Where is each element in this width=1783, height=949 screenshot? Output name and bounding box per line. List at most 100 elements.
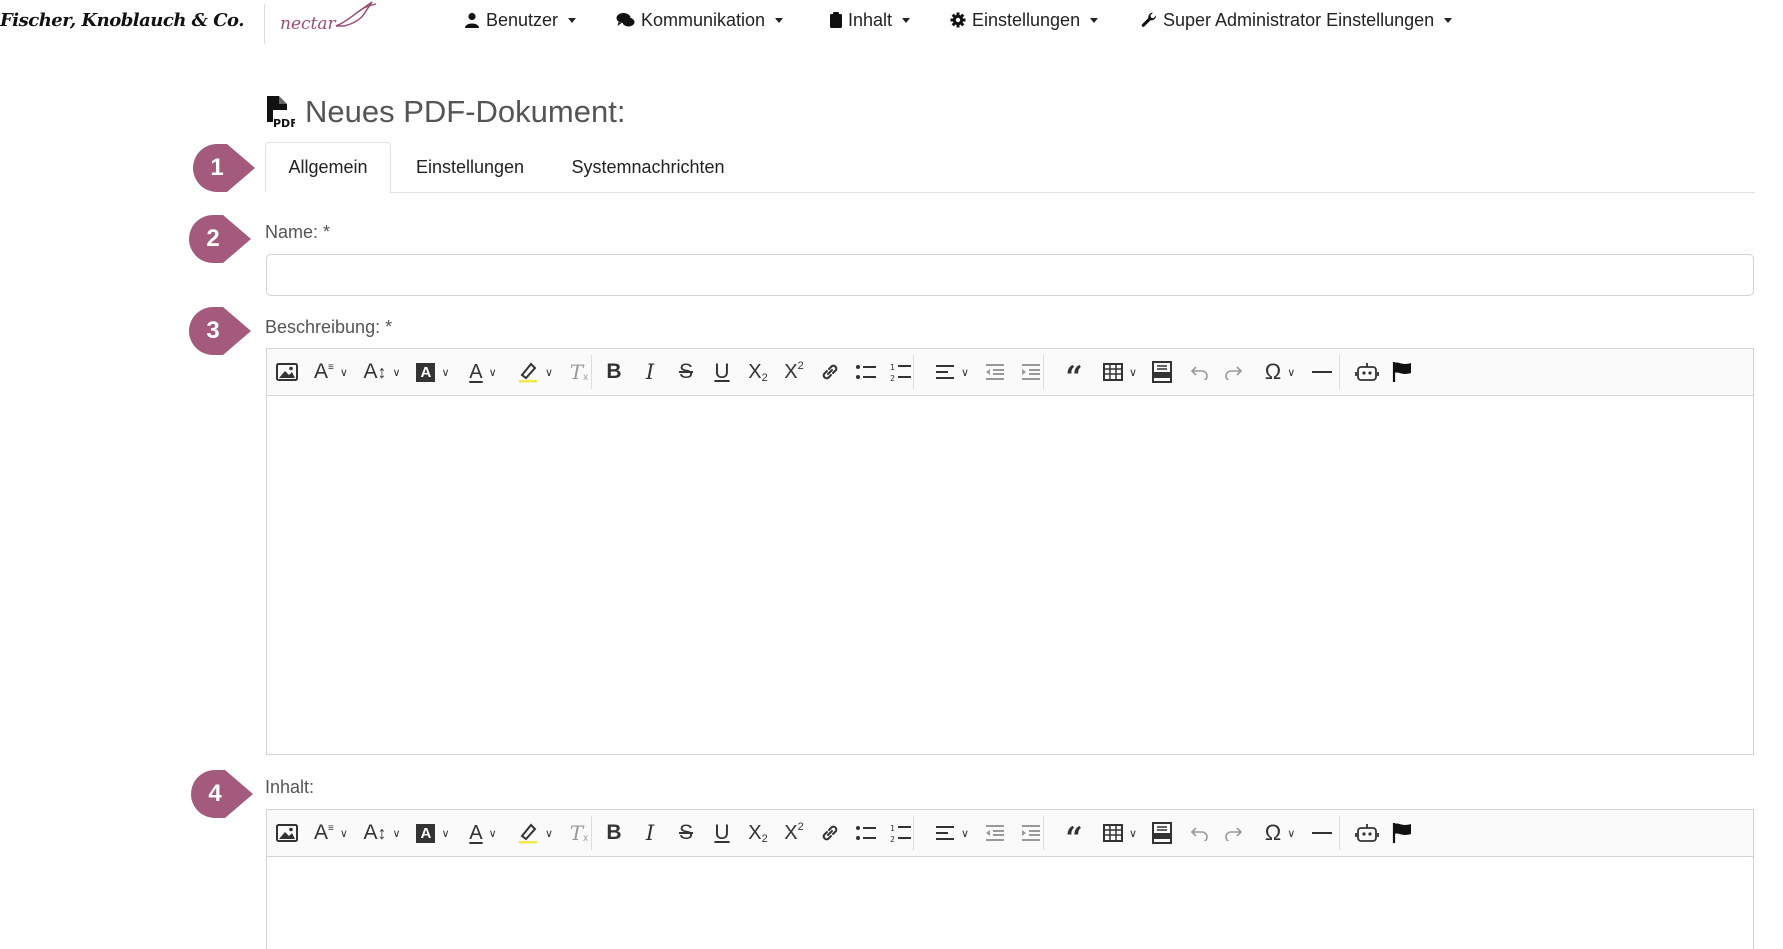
nav-kommunikation[interactable]: Kommunikation (616, 8, 784, 32)
bulleted-list-icon (855, 363, 877, 381)
redo-button[interactable] (1220, 357, 1248, 387)
alignment-icon (935, 363, 955, 381)
nav-inhalt[interactable]: Inhalt (830, 8, 911, 32)
italic-button[interactable]: I (636, 357, 664, 387)
horizontal-line-button[interactable] (1308, 357, 1336, 387)
image-icon (276, 823, 298, 843)
link-button[interactable] (816, 818, 844, 848)
font-background-color-button[interactable]: A ∨ (411, 818, 455, 848)
ai-assistant-button[interactable] (1352, 818, 1382, 848)
font-background-color-button[interactable]: A ∨ (411, 357, 455, 387)
font-color-button[interactable]: A ∨ (461, 818, 505, 848)
redo-icon (1224, 364, 1244, 380)
html-embed-icon (1151, 822, 1173, 844)
underline-button[interactable]: U (708, 357, 736, 387)
svg-text:1: 1 (890, 363, 895, 372)
undo-button[interactable] (1185, 818, 1213, 848)
subscript-button[interactable]: X2 (744, 818, 772, 848)
ai-assistant-button[interactable] (1352, 357, 1382, 387)
horizontal-line-icon (1312, 831, 1332, 835)
bulleted-list-button[interactable] (852, 357, 880, 387)
alignment-button[interactable]: ∨ (930, 818, 974, 848)
alignment-button[interactable]: ∨ (930, 357, 974, 387)
toolbar-separator (1043, 355, 1044, 389)
undo-button[interactable] (1185, 357, 1213, 387)
ai-assistant-icon (1355, 823, 1379, 843)
nectar-logo[interactable]: nectar (276, 0, 396, 44)
tab-systemnachrichten[interactable]: Systemnachrichten (553, 142, 743, 193)
html-embed-button[interactable] (1148, 818, 1176, 848)
highlight-button[interactable]: ∨ (511, 357, 559, 387)
numbered-list-button[interactable]: 12 (887, 818, 915, 848)
remove-format-icon: Tx (569, 360, 589, 384)
special-characters-button[interactable]: Ω ∨ (1257, 818, 1303, 848)
tab-allgemein[interactable]: Allgemein (265, 142, 391, 193)
image-button[interactable] (273, 818, 301, 848)
underline-icon: U (714, 360, 730, 383)
nav-einstellungen[interactable]: Einstellungen (950, 8, 1099, 32)
link-button[interactable] (816, 357, 844, 387)
image-button[interactable] (273, 357, 301, 387)
strikethrough-button[interactable]: S (672, 357, 700, 387)
highlight-button[interactable]: ∨ (511, 818, 559, 848)
blockquote-icon: “ (1065, 820, 1083, 856)
toolbar-separator (913, 355, 914, 389)
indent-icon (1021, 824, 1041, 842)
company-brand[interactable]: Fischer, Knoblauch & Co. (0, 10, 244, 31)
image-icon (276, 362, 298, 382)
superscript-button[interactable]: X2 (780, 357, 808, 387)
bold-button[interactable]: B (600, 357, 628, 387)
indent-button[interactable] (1017, 357, 1045, 387)
subscript-button[interactable]: X2 (744, 357, 772, 387)
subscript-icon: X2 (748, 360, 768, 385)
nav-benutzer[interactable]: Benutzer (464, 8, 577, 32)
redo-button[interactable] (1220, 818, 1248, 848)
font-family-button[interactable]: A ≡ ∨ (309, 357, 353, 387)
chevron-down-icon: ∨ (339, 366, 348, 379)
numbered-list-button[interactable]: 12 (887, 357, 915, 387)
blockquote-button[interactable]: “ (1060, 818, 1088, 856)
strikethrough-button[interactable]: S (672, 818, 700, 848)
blockquote-button[interactable]: “ (1060, 357, 1088, 395)
tab-einstellungen[interactable]: Einstellungen (395, 142, 545, 193)
italic-button[interactable]: I (636, 818, 664, 848)
nav-super-admin-einstellungen[interactable]: Super Administrator Einstellungen (1141, 8, 1453, 32)
outdent-button[interactable] (981, 818, 1009, 848)
flag-icon (1391, 822, 1413, 844)
indent-button[interactable] (1017, 818, 1045, 848)
table-button[interactable]: ∨ (1098, 818, 1142, 848)
font-family-icon: A ≡ (314, 821, 334, 844)
horizontal-line-button[interactable] (1308, 818, 1336, 848)
nav-inhalt-label: Inhalt (848, 9, 893, 30)
svg-text:2: 2 (890, 374, 895, 382)
svg-text:1: 1 (890, 824, 895, 833)
bulleted-list-button[interactable] (852, 818, 880, 848)
underline-button[interactable]: U (708, 818, 736, 848)
table-button[interactable]: ∨ (1098, 357, 1142, 387)
outdent-icon (985, 824, 1005, 842)
nav-super-admin-label: Super Administrator Einstellungen (1163, 9, 1435, 30)
outdent-button[interactable] (981, 357, 1009, 387)
gear-icon (950, 12, 966, 28)
font-size-button[interactable]: A ↕ ∨ (359, 357, 405, 387)
flag-button[interactable] (1387, 357, 1417, 387)
font-color-button[interactable]: A ∨ (461, 357, 505, 387)
italic-icon: I (645, 821, 655, 845)
font-size-button[interactable]: A ↕ ∨ (359, 818, 405, 848)
name-input[interactable] (266, 254, 1754, 296)
beschreibung-editor-area[interactable] (267, 396, 1753, 754)
font-family-button[interactable]: A ≡ ∨ (309, 818, 353, 848)
special-characters-button[interactable]: Ω ∨ (1257, 357, 1303, 387)
chevron-down-icon: ∨ (1128, 827, 1138, 840)
flag-button[interactable] (1387, 818, 1417, 848)
remove-format-button[interactable]: Tx (565, 357, 593, 387)
html-embed-button[interactable] (1148, 357, 1176, 387)
bold-button[interactable]: B (600, 818, 628, 848)
inhalt-editor-area[interactable] (267, 857, 1753, 949)
comments-icon (616, 13, 635, 27)
step-marker-3: 3 (189, 307, 253, 355)
bold-icon: B (606, 821, 622, 844)
superscript-button[interactable]: X2 (780, 818, 808, 848)
editor-toolbar: A ≡ ∨ A ↕ ∨ A ∨ A ∨ ∨ Tx B I S U X 2 X 2 1 2 ∨ “∨ Ω ∨ (267, 810, 1753, 857)
remove-format-button[interactable]: Tx (565, 818, 593, 848)
